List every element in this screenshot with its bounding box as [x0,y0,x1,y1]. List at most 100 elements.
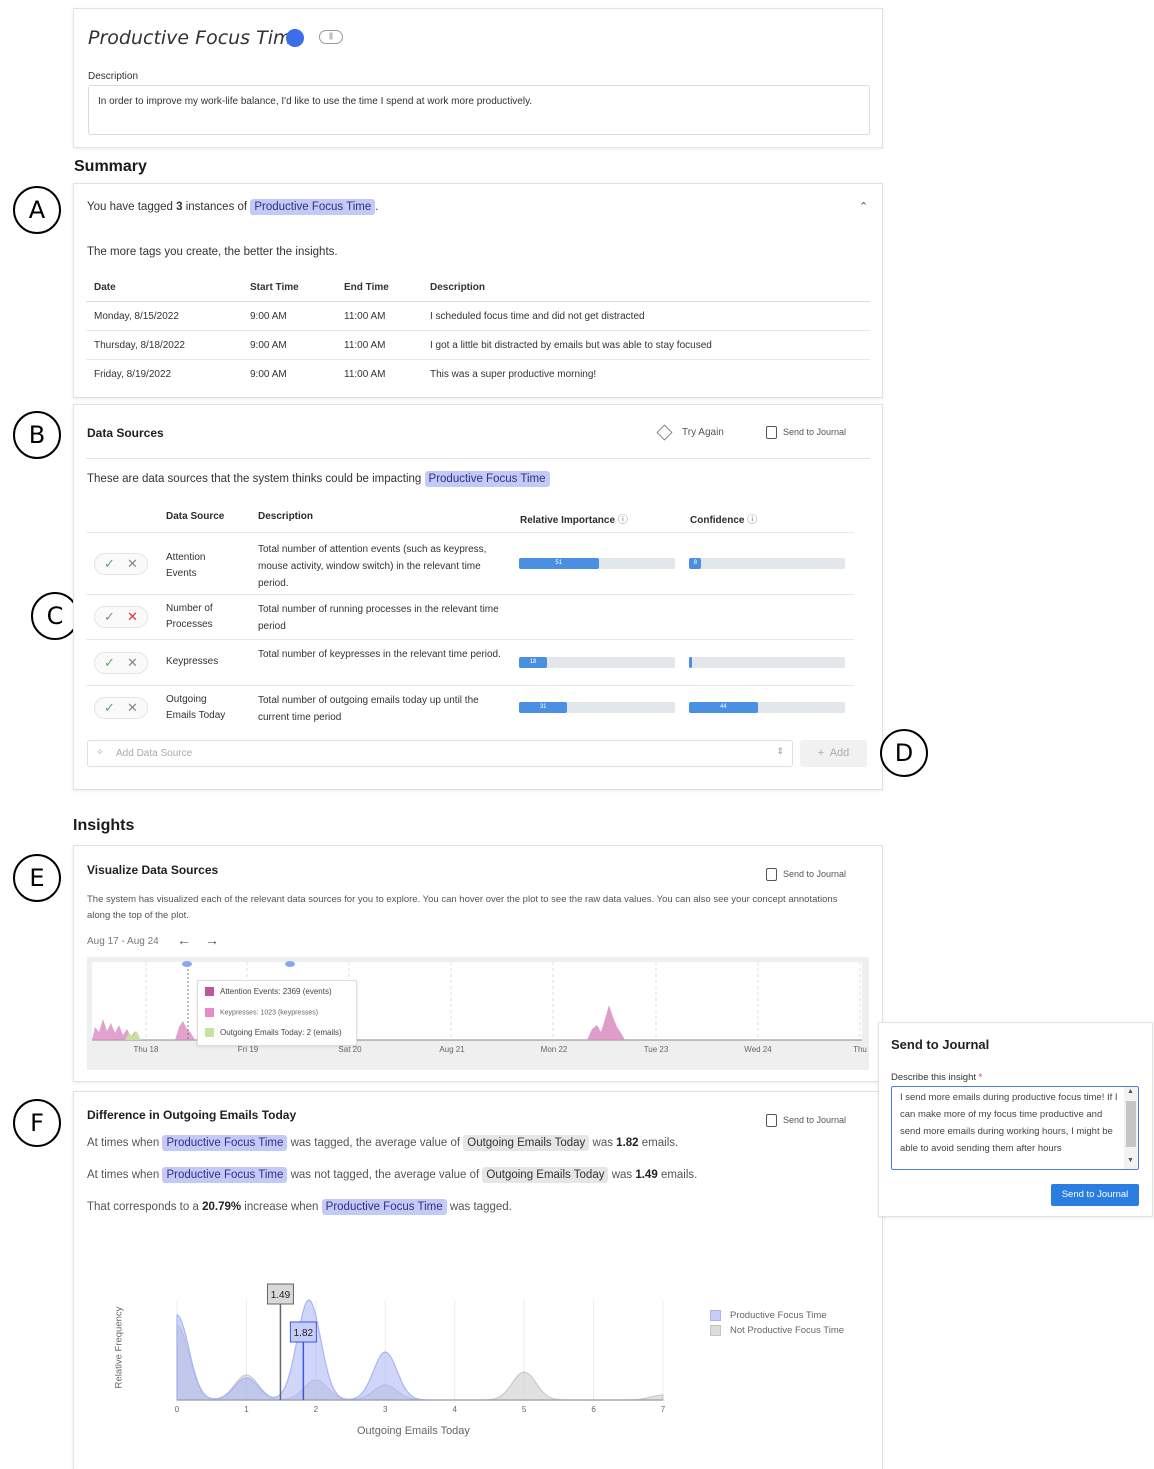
data-source-row: ✓ ✕ Number of Processes Total number of r… [86,594,854,640]
tooltip-label: Outgoing Emails Today: 2 (emails) [220,1028,342,1037]
description-text: In order to improve my work-life balance… [98,96,533,107]
table-cell: 11:00 AM [344,368,386,380]
data-source-description: Total number of running processes in the… [258,604,499,632]
data-source-name-line: Attention [166,552,206,563]
scroll-thumb[interactable] [1126,1101,1136,1147]
prev-arrow-icon[interactable]: ← [177,932,191,948]
tooltip-row: Outgoing Emails Today: 2 (emails) [205,1028,342,1038]
legend-item[interactable]: Productive Focus Time [710,1308,844,1323]
reject-x-icon[interactable]: ✕ [127,700,138,716]
journal-field-label: Describe this insight * [891,1072,982,1083]
difference-line-1: At times when Productive Focus Time was … [87,1135,678,1151]
scroll-up-icon[interactable]: ▲ [1127,1088,1134,1095]
legend-label: Not Productive Focus Time [730,1325,845,1336]
info-icon[interactable]: ⓘ [618,515,628,526]
sentence-text: That corresponds to a [87,1201,199,1213]
send-to-journal-panel: Send to Journal Describe this insight * … [878,1022,1153,1217]
annotation-marker[interactable] [182,961,192,967]
legend-swatch [710,1324,721,1336]
data-source-name: Attention Events [166,550,205,582]
marker-d: D [880,729,928,777]
table-row[interactable]: Friday, 8/19/2022 9:00 AM 11:00 AM This … [86,360,870,389]
x-tick-label: 0 [175,1405,180,1414]
data-sources-intro: These are data sources that the system t… [87,471,550,487]
try-again-button[interactable]: Try Again [656,424,724,441]
value-tagged: 1.82 [616,1137,639,1149]
description-field[interactable]: In order to improve my work-life balance… [88,85,870,135]
reject-x-icon[interactable]: ✕ [127,655,138,671]
x-tick-label: Thu 18 [134,1045,159,1054]
concept-tag: Productive Focus Time [321,1199,447,1215]
info-icon[interactable]: ⓘ [747,515,757,526]
reject-x-icon[interactable]: ✕ [127,556,138,572]
journal-icon [766,868,777,881]
sentence-text: was [592,1137,613,1149]
visualize-card: Visualize Data Sources Send to Journal T… [73,845,883,1082]
summary-text-prefix: You have tagged [87,201,173,213]
marker-b: B [13,411,61,459]
add-data-source-select[interactable]: ✧ Add Data Source ⇕ [87,740,793,767]
accept-check-icon[interactable]: ✓ [104,655,115,671]
table-row[interactable]: Thursday, 8/18/2022 9:00 AM 11:00 AM I g… [86,330,870,360]
table-cell: 11:00 AM [336,301,422,331]
accept-check-icon[interactable]: ✓ [104,700,115,716]
journal-icon [766,1114,777,1127]
timeseries-plot[interactable]: Thu 18 Fri 19 Sat 20 Aug 21 Mon 22 Tue 23 Wed … [87,957,869,1070]
tooltip-label: Keypresses: 1023 (keypresses) [220,1009,319,1017]
scroll-down-icon[interactable]: ▼ [1127,1157,1134,1164]
sentence-text: emails. [660,1169,698,1181]
table-cell: Monday, 8/15/2022 [86,301,242,331]
marker-c: C [31,592,79,640]
confidence-bar: 44 [689,702,845,713]
legend-item[interactable]: Not Productive Focus Time [710,1323,844,1338]
journal-label-text: Describe this insight [891,1072,977,1083]
column-header: End Time [336,274,422,302]
try-again-label: Try Again [682,427,724,439]
tooltip-row: Attention Events: 2369 (events) [205,987,332,997]
column-header: Date [86,274,242,302]
next-arrow-icon[interactable]: → [205,932,219,948]
sentence-text: was not tagged, the average value of [290,1169,480,1181]
data-source-row: ✓ ✕ Outgoing Emails Today Total number of… [86,685,854,730]
scrollbar[interactable]: ▲ ▼ [1124,1087,1138,1169]
mean-label: 1.82 [294,1328,314,1339]
send-to-journal-button[interactable]: Send to Journal [766,1114,846,1127]
table-header-row: Date Start Time End Time Description [86,274,870,302]
send-to-journal-button[interactable]: Send to Journal [766,868,846,881]
reject-x-icon[interactable]: ✕ [127,609,138,625]
accept-check-icon[interactable]: ✓ [104,609,115,625]
data-source-name: Outgoing Emails Today [166,692,225,724]
add-button[interactable]: + Add [800,740,867,767]
table-cell: I scheduled focus time and did not get d… [422,301,870,331]
x-tick-label: 3 [383,1405,388,1414]
sentence-text: was tagged. [449,1201,512,1213]
x-tick-label: Fri 19 [238,1045,259,1054]
visualize-description: The system has visualized each of the re… [87,894,838,921]
accept-check-icon[interactable]: ✓ [104,556,115,572]
data-source-name-line: Number of [166,603,213,614]
send-to-journal-submit[interactable]: Send to Journal [1051,1184,1139,1206]
annotation-marker[interactable] [285,961,295,967]
pause-icon[interactable]: || [319,30,343,44]
importance-bar-fill: 18 [519,657,548,668]
collapse-chevron-icon[interactable]: ⌃ [859,200,868,213]
x-tick-label: 1 [244,1405,249,1414]
send-to-journal-button[interactable]: Send to Journal [766,426,846,439]
data-source-row: ✓ ✕ Keypresses Total number of keypresse… [86,639,854,686]
insight-textarea[interactable]: I send more emails during productive foc… [891,1086,1139,1170]
importance-bar-fill: 51 [519,558,599,569]
data-source-row: ✓ ✕ Attention Events Total number of atte… [86,532,854,595]
x-tick-label: Sat 20 [338,1045,362,1054]
table-row[interactable]: Monday, 8/15/2022 9:00 AM 11:00 AM I sch… [86,301,870,331]
x-tick-label: 7 [661,1405,666,1414]
hover-tooltip: Attention Events: 2369 (events) Keypress… [197,980,357,1046]
marker-a: A [13,186,61,234]
insights-heading: Insights [73,817,135,834]
confidence-bar-fill: 8 [689,558,702,569]
accept-reject-toggle: ✓ ✕ [94,652,148,674]
column-header: Data Source [166,511,225,522]
header-card: Productive Focus Time || Description In … [73,8,883,148]
y-axis-label: Relative Frequency [113,1306,125,1389]
x-tick-label: Tue 23 [644,1045,669,1054]
importance-bar-fill: 31 [519,702,568,713]
